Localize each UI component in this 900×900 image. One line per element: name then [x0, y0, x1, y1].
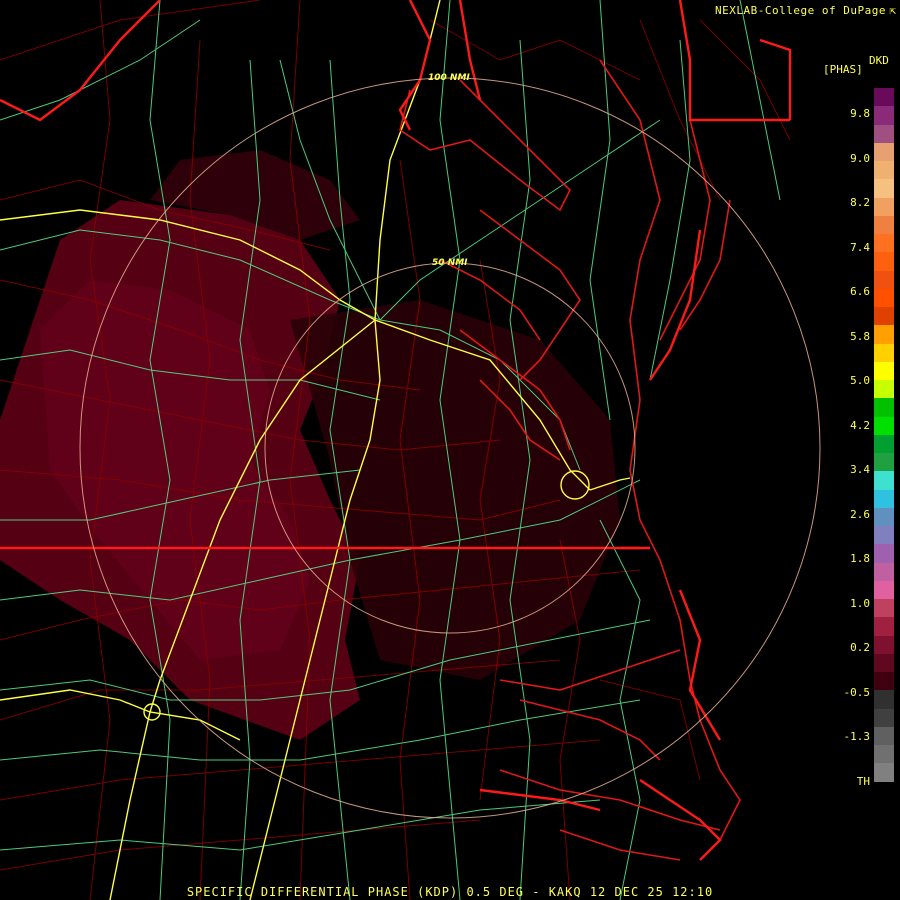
color-scale-swatch: [874, 270, 894, 290]
color-scale-swatch: [874, 580, 894, 600]
color-scale-label: 3.4: [850, 463, 870, 476]
product-caption: SPECIFIC DIFFERENTIAL PHASE (KDP) 0.5 DE…: [186, 885, 714, 899]
range-ring-label-outer: 100 NMI: [428, 73, 470, 83]
color-scale-swatch: [874, 726, 894, 746]
color-scale-label: 2.6: [850, 507, 870, 521]
color-scale-swatch: [874, 142, 894, 162]
color-scale-swatch: [874, 781, 894, 801]
color-scale-swatch: [874, 453, 894, 472]
color-scale-swatch: [874, 215, 894, 235]
color-scale-swatch: [874, 88, 894, 107]
color-scale-swatch: [874, 489, 894, 509]
color-scale-bar: [874, 88, 894, 801]
color-scale-swatch: [874, 672, 894, 691]
color-scale-label: 4.2: [850, 418, 870, 432]
color-scale-swatch: [874, 690, 894, 710]
color-scale-label: 8.2: [850, 196, 870, 209]
color-scale-swatch: [874, 763, 894, 783]
color-scale-swatch: [874, 380, 894, 399]
color-scale-swatch: [874, 526, 894, 545]
color-scale-label: TH: [856, 774, 870, 788]
color-scale-swatch: [874, 197, 894, 217]
color-scale-label: 5.8: [850, 329, 870, 343]
color-scale-label: 1.0: [850, 596, 870, 610]
color-scale-swatch: [874, 398, 894, 418]
color-scale-swatch: [874, 708, 894, 728]
color-scale-swatch: [874, 653, 894, 673]
color-scale-swatch: [874, 106, 894, 125]
radar-map[interactable]: [0, 0, 900, 900]
color-scale-swatch: [874, 288, 894, 308]
color-scale-swatch: [874, 745, 894, 764]
color-scale-swatch: [874, 471, 894, 491]
legend-product-code: DKD: [869, 54, 889, 67]
color-scale-swatch: [874, 562, 894, 582]
color-scale-swatch: [874, 599, 894, 618]
color-scale-swatch: [874, 234, 894, 253]
color-scale-swatch: [874, 544, 894, 564]
color-scale-swatch: [874, 161, 894, 180]
range-ring-label-inner: 50 NMI: [432, 258, 468, 268]
color-scale-swatch: [874, 307, 894, 326]
color-scale-label: 9.0: [850, 151, 870, 165]
color-scale-swatch: [874, 325, 894, 345]
color-scale-label: 9.8: [850, 107, 870, 120]
color-scale-swatch: [874, 635, 894, 655]
legend-units: [PHAS]: [823, 63, 863, 76]
color-scale-swatch: [874, 507, 894, 527]
color-scale-swatch: [874, 343, 894, 363]
credit-text[interactable]: NEXLAB-College of DuPage: [715, 4, 886, 17]
color-scale-swatch: [874, 124, 894, 144]
color-scale-label: 0.2: [850, 641, 870, 654]
color-scale-label: 1.8: [850, 552, 870, 565]
color-scale-swatch: [874, 434, 894, 454]
color-scale-label: -1.3: [843, 730, 871, 743]
color-scale-swatch: [874, 617, 894, 637]
color-scale-swatch: [874, 179, 894, 199]
color-scale-swatch: [874, 361, 894, 381]
color-scale-label: 6.6: [850, 285, 870, 298]
external-link-icon[interactable]: ⇱: [889, 4, 896, 17]
color-scale-label: -0.5: [843, 685, 871, 699]
color-scale-label: 7.4: [850, 240, 870, 254]
color-scale-label: 5.0: [850, 374, 870, 387]
color-scale-swatch: [874, 252, 894, 272]
color-scale-swatch: [874, 416, 894, 436]
